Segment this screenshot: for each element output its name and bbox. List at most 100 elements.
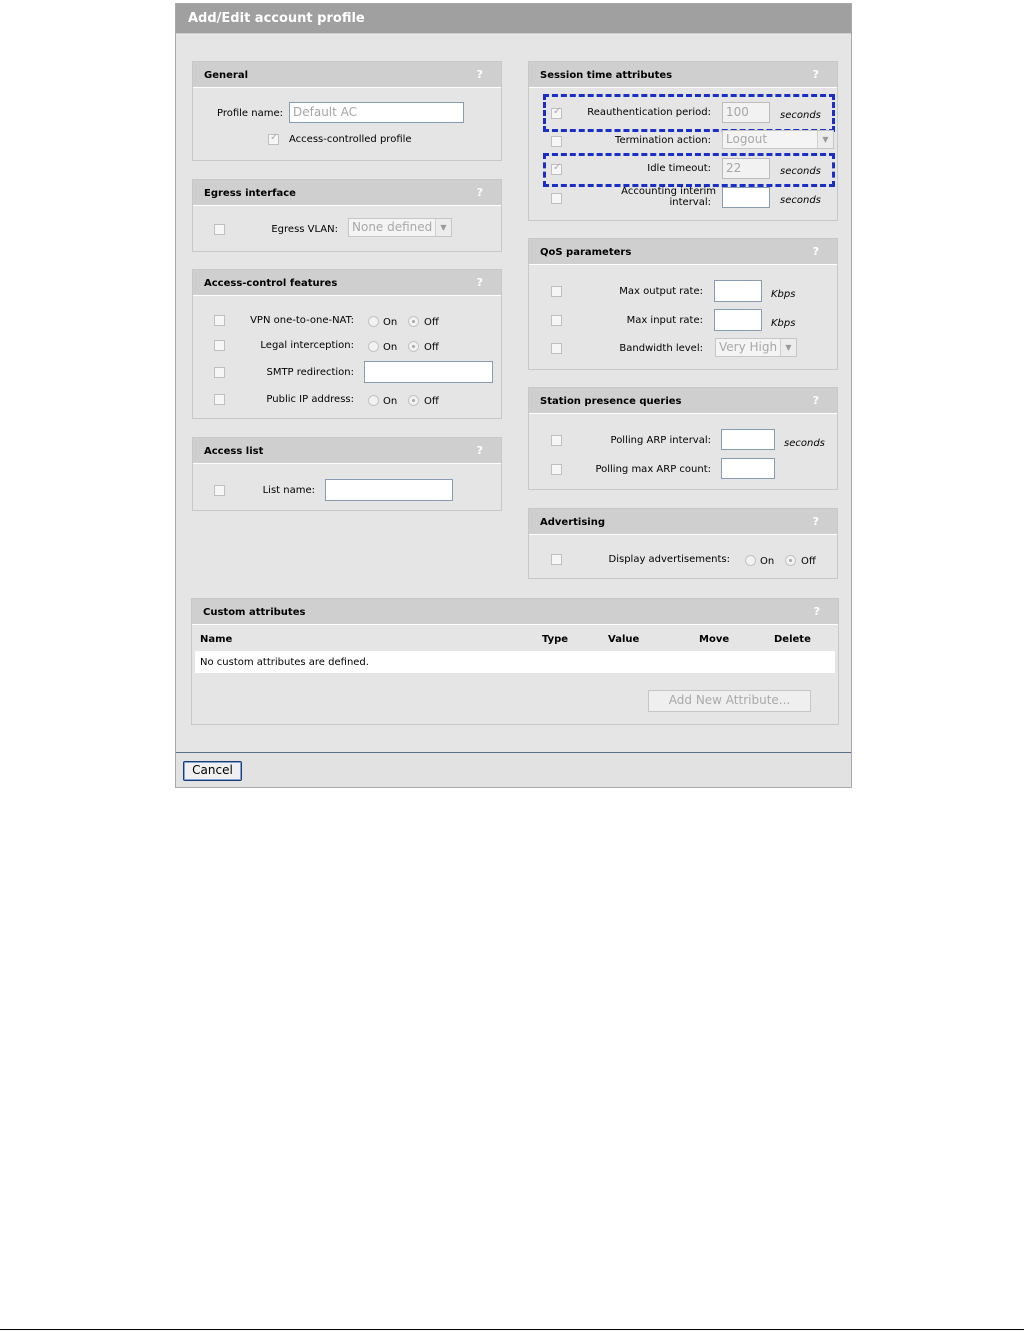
- chevron-down-icon: ▼: [780, 339, 796, 356]
- advertising-panel-title: Advertising: [540, 517, 605, 528]
- legal-interception-label: Legal interception:: [260, 340, 354, 351]
- vpn-nat-checkbox[interactable]: [214, 315, 225, 326]
- station-panel: Station presence queries ? Polling ARP i…: [528, 387, 838, 490]
- public-ip-label: Public IP address:: [266, 394, 354, 405]
- accounting-interval-checkbox[interactable]: [551, 193, 562, 204]
- custom-attributes-panel-title: Custom attributes: [203, 607, 306, 618]
- empty-row: No custom attributes are defined.: [195, 651, 835, 673]
- egress-vlan-select[interactable]: None defined ▼: [348, 218, 452, 237]
- bandwidth-level-select[interactable]: Very High ▼: [715, 338, 797, 357]
- accounting-interval-unit: seconds: [780, 195, 821, 206]
- access-controlled-checkbox[interactable]: [268, 132, 279, 145]
- termination-select[interactable]: Logout ▼: [722, 130, 834, 149]
- dialog-footer: Cancel: [176, 753, 851, 787]
- accounting-interval-input[interactable]: [722, 187, 770, 208]
- profile-name-label: Profile name:: [216, 108, 283, 119]
- termination-checkbox[interactable]: [551, 136, 562, 147]
- page-bottom-rule: [0, 1329, 1024, 1330]
- general-panel: General ? Profile name: Default AC Acces…: [192, 61, 502, 161]
- max-input-input[interactable]: [714, 309, 762, 331]
- max-output-input[interactable]: [714, 280, 762, 302]
- egress-vlan-checkbox[interactable]: [214, 224, 225, 235]
- display-ads-checkbox[interactable]: [551, 554, 562, 565]
- legal-interception-off-label: Off: [424, 342, 439, 353]
- general-panel-header: General ?: [193, 62, 501, 88]
- list-name-checkbox[interactable]: [214, 485, 225, 496]
- help-icon[interactable]: ?: [477, 68, 483, 81]
- public-ip-checkbox[interactable]: [214, 394, 225, 405]
- station-panel-title: Station presence queries: [540, 396, 682, 407]
- smtp-redirection-checkbox[interactable]: [214, 367, 225, 378]
- termination-label: Termination action:: [615, 135, 711, 146]
- public-ip-off-radio[interactable]: [408, 395, 419, 406]
- smtp-redirection-label: SMTP redirection:: [266, 367, 354, 378]
- help-icon[interactable]: ?: [477, 186, 483, 199]
- help-icon[interactable]: ?: [813, 394, 819, 407]
- advertising-panel-header: Advertising ?: [529, 509, 837, 535]
- idle-timeout-unit: seconds: [780, 166, 821, 177]
- arp-interval-input[interactable]: [721, 429, 775, 450]
- public-ip-on-radio[interactable]: [368, 395, 379, 406]
- help-icon[interactable]: ?: [813, 245, 819, 258]
- legal-interception-off-radio[interactable]: [408, 341, 419, 352]
- column-header-name: Name: [200, 634, 233, 645]
- max-output-label: Max output rate:: [619, 286, 703, 297]
- legal-interception-on-radio[interactable]: [368, 341, 379, 352]
- termination-value: Logout: [726, 132, 768, 146]
- session-panel-header: Session time attributes ?: [529, 62, 837, 88]
- arp-count-label: Polling max ARP count:: [595, 464, 711, 475]
- list-name-label: List name:: [262, 485, 315, 496]
- egress-panel: Egress interface ? Egress VLAN: None def…: [192, 179, 502, 252]
- display-ads-off-radio[interactable]: [785, 555, 796, 566]
- add-new-attribute-button[interactable]: Add New Attribute...: [648, 690, 811, 712]
- arp-count-checkbox[interactable]: [551, 464, 562, 475]
- qos-panel-header: QoS parameters ?: [529, 239, 837, 265]
- max-input-checkbox[interactable]: [551, 315, 562, 326]
- access-control-panel: Access-control features ? VPN one-to-one…: [192, 269, 502, 419]
- vpn-nat-on-radio[interactable]: [368, 316, 379, 327]
- reauth-checkbox[interactable]: [551, 106, 562, 119]
- dialog-title: Add/Edit account profile: [176, 4, 851, 34]
- idle-timeout-input[interactable]: 22: [722, 158, 770, 179]
- help-icon[interactable]: ?: [477, 444, 483, 457]
- display-ads-on-label: On: [760, 556, 775, 567]
- bandwidth-level-label: Bandwidth level:: [619, 343, 703, 354]
- column-header-type: Type: [542, 634, 569, 645]
- display-ads-off-label: Off: [801, 556, 816, 567]
- legal-interception-checkbox[interactable]: [214, 340, 225, 351]
- profile-name-input[interactable]: Default AC: [289, 102, 464, 123]
- reauth-label: Reauthentication period:: [587, 107, 711, 118]
- public-ip-on-label: On: [383, 396, 398, 407]
- help-icon[interactable]: ?: [813, 515, 819, 528]
- max-input-unit: Kbps: [771, 318, 796, 329]
- egress-vlan-label: Egress VLAN:: [271, 224, 338, 235]
- egress-panel-title: Egress interface: [204, 188, 296, 199]
- help-icon[interactable]: ?: [813, 68, 819, 81]
- help-icon[interactable]: ?: [477, 276, 483, 289]
- egress-vlan-value: None defined: [352, 220, 433, 234]
- arp-interval-label: Polling ARP interval:: [610, 435, 711, 446]
- arp-interval-checkbox[interactable]: [551, 435, 562, 446]
- idle-timeout-checkbox[interactable]: [551, 162, 562, 175]
- bandwidth-level-checkbox[interactable]: [551, 343, 562, 354]
- access-list-panel: Access list ? List name:: [192, 437, 502, 511]
- vpn-nat-on-label: On: [383, 317, 398, 328]
- session-panel-title: Session time attributes: [540, 70, 673, 81]
- custom-attributes-panel-header: Custom attributes ?: [192, 599, 838, 625]
- qos-panel-title: QoS parameters: [540, 247, 632, 258]
- access-list-panel-header: Access list ?: [193, 438, 501, 464]
- smtp-redirection-input[interactable]: [364, 361, 493, 383]
- list-name-input[interactable]: [325, 479, 453, 501]
- access-controlled-label: Access-controlled profile: [289, 134, 412, 145]
- cancel-button[interactable]: Cancel: [183, 761, 242, 781]
- max-output-checkbox[interactable]: [551, 286, 562, 297]
- custom-attributes-panel: Custom attributes ? Name Type Value Move…: [191, 598, 839, 725]
- display-ads-on-radio[interactable]: [745, 555, 756, 566]
- vpn-nat-off-radio[interactable]: [408, 316, 419, 327]
- station-panel-header: Station presence queries ?: [529, 388, 837, 414]
- help-icon[interactable]: ?: [814, 605, 820, 618]
- session-panel: Session time attributes ? Reauthenticati…: [528, 61, 838, 221]
- arp-count-input[interactable]: [721, 458, 775, 479]
- reauth-input[interactable]: 100: [722, 102, 770, 123]
- reauth-unit: seconds: [780, 110, 821, 121]
